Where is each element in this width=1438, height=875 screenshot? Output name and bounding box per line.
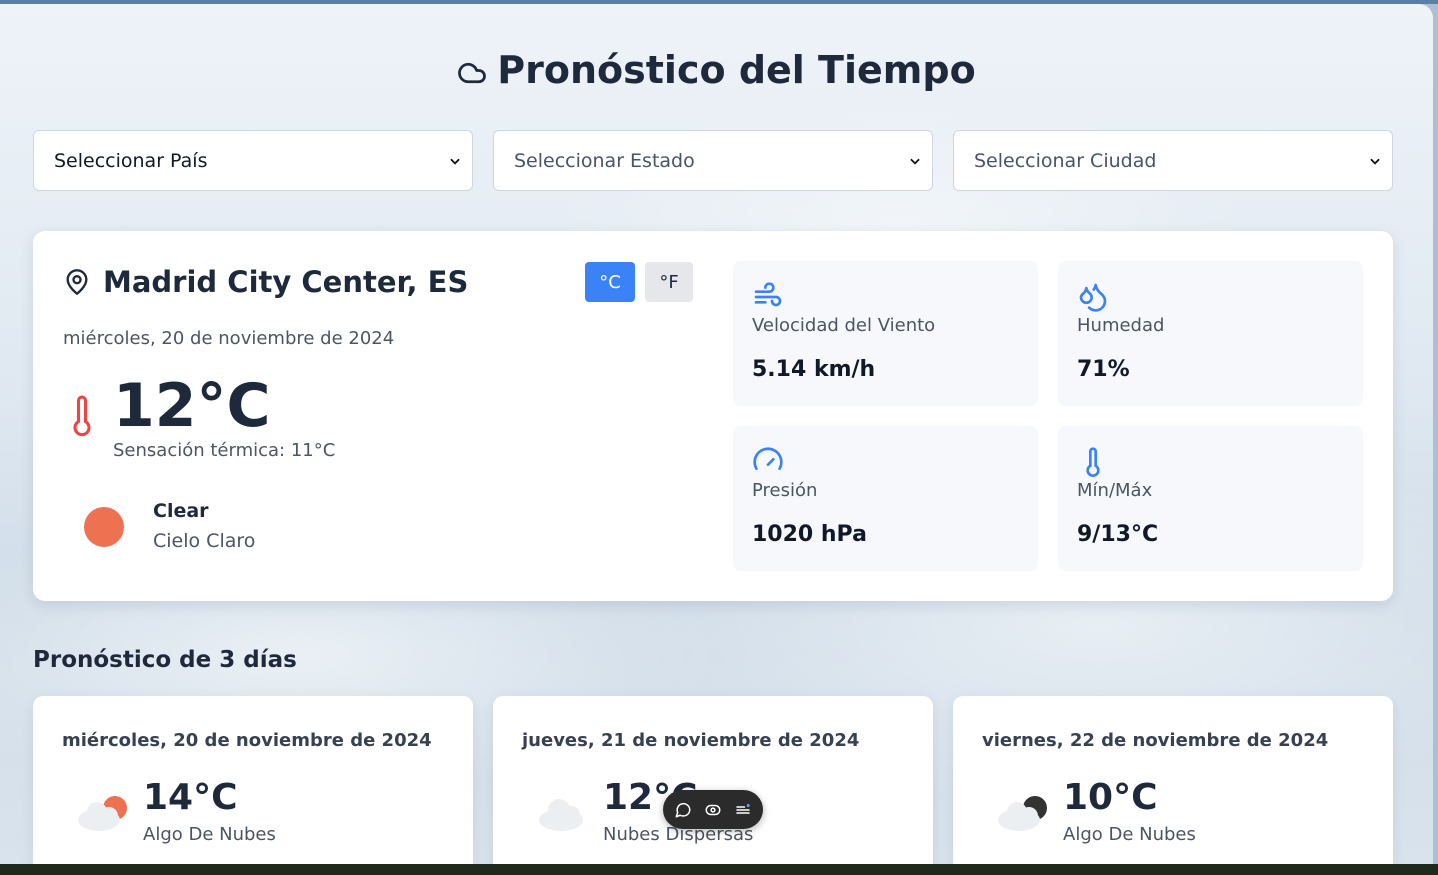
country-select[interactable]: Seleccionar País xyxy=(33,130,473,191)
feels-like: Sensación térmica: 11°C xyxy=(113,440,336,461)
forecast-desc: Algo De Nubes xyxy=(1063,824,1196,845)
fahrenheit-toggle-button[interactable]: °F xyxy=(645,262,693,302)
current-weather-card: Madrid City Center, ES °C °F miércoles, … xyxy=(33,231,1393,601)
stat-humidity: Humedad 71% xyxy=(1058,261,1363,406)
wind-icon xyxy=(754,282,782,307)
cloud-icon xyxy=(539,799,583,831)
city-select-label: Seleccionar Ciudad xyxy=(974,149,1157,172)
thermometer-icon xyxy=(73,395,91,437)
page-title-text: Pronóstico del Tiempo xyxy=(497,48,976,92)
map-pin-icon xyxy=(66,269,88,295)
stat-value: 5.14 km/h xyxy=(752,357,876,382)
location-heading: Madrid City Center, ES xyxy=(63,265,468,299)
stat-value: 1020 hPa xyxy=(752,522,867,547)
chevron-down-icon xyxy=(450,158,460,165)
stat-value: 71% xyxy=(1077,357,1130,382)
state-select-label: Seleccionar Estado xyxy=(514,149,695,172)
current-temperature: 12°C xyxy=(113,371,271,441)
eye-icon[interactable] xyxy=(704,801,722,819)
gauge-icon xyxy=(753,447,783,470)
location-name: Madrid City Center, ES xyxy=(103,265,469,299)
condition-main: Clear xyxy=(153,500,209,522)
forecast-desc: Algo De Nubes xyxy=(143,824,276,845)
stat-label: Presión xyxy=(752,480,818,501)
thermometer-icon xyxy=(1086,447,1100,477)
sun-icon xyxy=(84,507,124,547)
cloud-moon-icon xyxy=(998,796,1047,831)
city-select[interactable]: Seleccionar Ciudad xyxy=(953,130,1393,191)
chevron-down-icon xyxy=(910,158,920,165)
condition-description: Cielo Claro xyxy=(153,530,256,552)
celsius-toggle-button[interactable]: °C xyxy=(585,262,635,302)
location-selectors: Seleccionar País Seleccionar Estado Sele… xyxy=(33,130,1393,191)
forecast-card: miércoles, 20 de noviembre de 2024 14°C … xyxy=(33,696,473,864)
stat-label: Velocidad del Viento xyxy=(752,315,936,336)
app-window: Pronóstico del Tiempo Seleccionar País S… xyxy=(0,4,1433,864)
forecast-date: miércoles, 20 de noviembre de 2024 xyxy=(62,730,432,751)
stat-label: Humedad xyxy=(1077,315,1165,336)
cloud-icon xyxy=(458,62,487,84)
forecast-card: jueves, 21 de noviembre de 2024 12°C Nub… xyxy=(493,696,933,864)
forecast-temp: 14°C xyxy=(143,777,238,818)
droplets-icon xyxy=(1079,283,1107,312)
stat-wind: Velocidad del Viento 5.14 km/h xyxy=(733,261,1038,406)
country-select-label: Seleccionar País xyxy=(54,149,208,172)
os-taskbar xyxy=(0,864,1438,875)
current-date: miércoles, 20 de noviembre de 2024 xyxy=(63,328,395,349)
forecast-date: viernes, 22 de noviembre de 2024 xyxy=(982,730,1329,751)
forecast-title: Pronóstico de 3 días xyxy=(33,647,297,673)
forecast-temp: 10°C xyxy=(1063,777,1158,818)
stat-value: 9/13°C xyxy=(1077,522,1159,547)
page-title: Pronóstico del Tiempo xyxy=(0,48,1433,92)
stat-label: Mín/Máx xyxy=(1077,480,1153,501)
stat-min-max: Mín/Máx 9/13°C xyxy=(1058,426,1363,571)
forecast-card: viernes, 22 de noviembre de 2024 10°C Al… xyxy=(953,696,1393,864)
cloud-sun-icon xyxy=(78,796,127,831)
menu-icon[interactable] xyxy=(734,801,752,819)
floating-toolbar[interactable] xyxy=(663,790,763,829)
stat-pressure: Presión 1020 hPa xyxy=(733,426,1038,571)
chat-icon[interactable] xyxy=(674,801,692,819)
forecast-date: jueves, 21 de noviembre de 2024 xyxy=(522,730,860,751)
state-select[interactable]: Seleccionar Estado xyxy=(493,130,933,191)
chevron-down-icon xyxy=(1370,158,1380,165)
